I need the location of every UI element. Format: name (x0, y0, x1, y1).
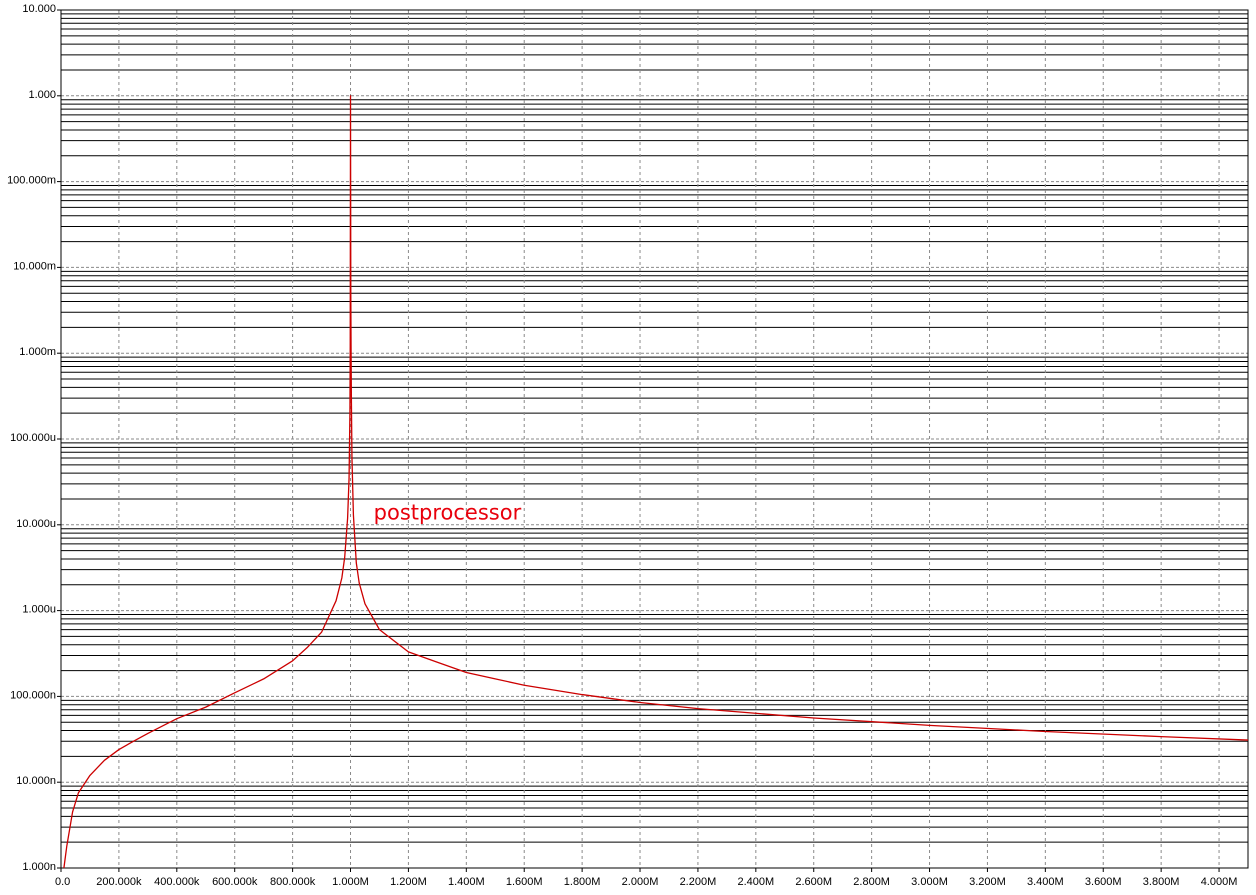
x-tick-label: 1.400M (448, 876, 485, 888)
x-tick-label: 0.0 (55, 876, 70, 888)
x-tick-label: 200.000k (96, 876, 142, 888)
y-tick-label: 100.000n (10, 689, 56, 701)
annotation-group: postprocessor (374, 501, 522, 525)
y-tick-label: 1.000u (22, 604, 56, 616)
annotation-label: postprocessor (374, 501, 522, 525)
x-tick-label: 1.800M (564, 876, 601, 888)
y-tick-label: 10.000u (16, 518, 56, 530)
x-tick-label: 3.200M (969, 876, 1006, 888)
x-tick-label: 800.000k (270, 876, 316, 888)
y-tick-label: 100.000m (7, 175, 56, 187)
y-tick-label: 10.000m (13, 260, 56, 272)
x-tick-label: 3.800M (1143, 876, 1180, 888)
x-tick-label: 2.200M (680, 876, 717, 888)
x-tick-label: 600.000k (212, 876, 258, 888)
x-tick-label: 3.400M (1027, 876, 1064, 888)
log-magnitude-chart: 0.0 200.000k 400.000k 600.000k 800.000k 1.000… (0, 0, 1256, 895)
y-tick-label: 100.000u (10, 432, 56, 444)
x-tick-label: 1.000M (332, 876, 369, 888)
x-tick-label: 3.600M (1085, 876, 1122, 888)
x-tick-label: 1.200M (390, 876, 427, 888)
x-tick-label: 2.000M (622, 876, 659, 888)
x-tick-label: 2.600M (795, 876, 832, 888)
x-tick-label: 2.800M (853, 876, 890, 888)
y-tick-label: 1.000m (19, 346, 56, 358)
x-tick-label: 3.000M (911, 876, 948, 888)
x-tick-label: 1.600M (506, 876, 543, 888)
x-tick-label: 4.000M (1201, 876, 1238, 888)
x-tick-label: 400.000k (154, 876, 200, 888)
y-tick-label: 1.000n (22, 861, 56, 873)
y-tick-label: 10.000n (16, 775, 56, 787)
y-tick-label: 10.000 (22, 3, 56, 15)
x-tick-label: 2.400M (737, 876, 774, 888)
y-tick-label: 1.000 (28, 89, 56, 101)
